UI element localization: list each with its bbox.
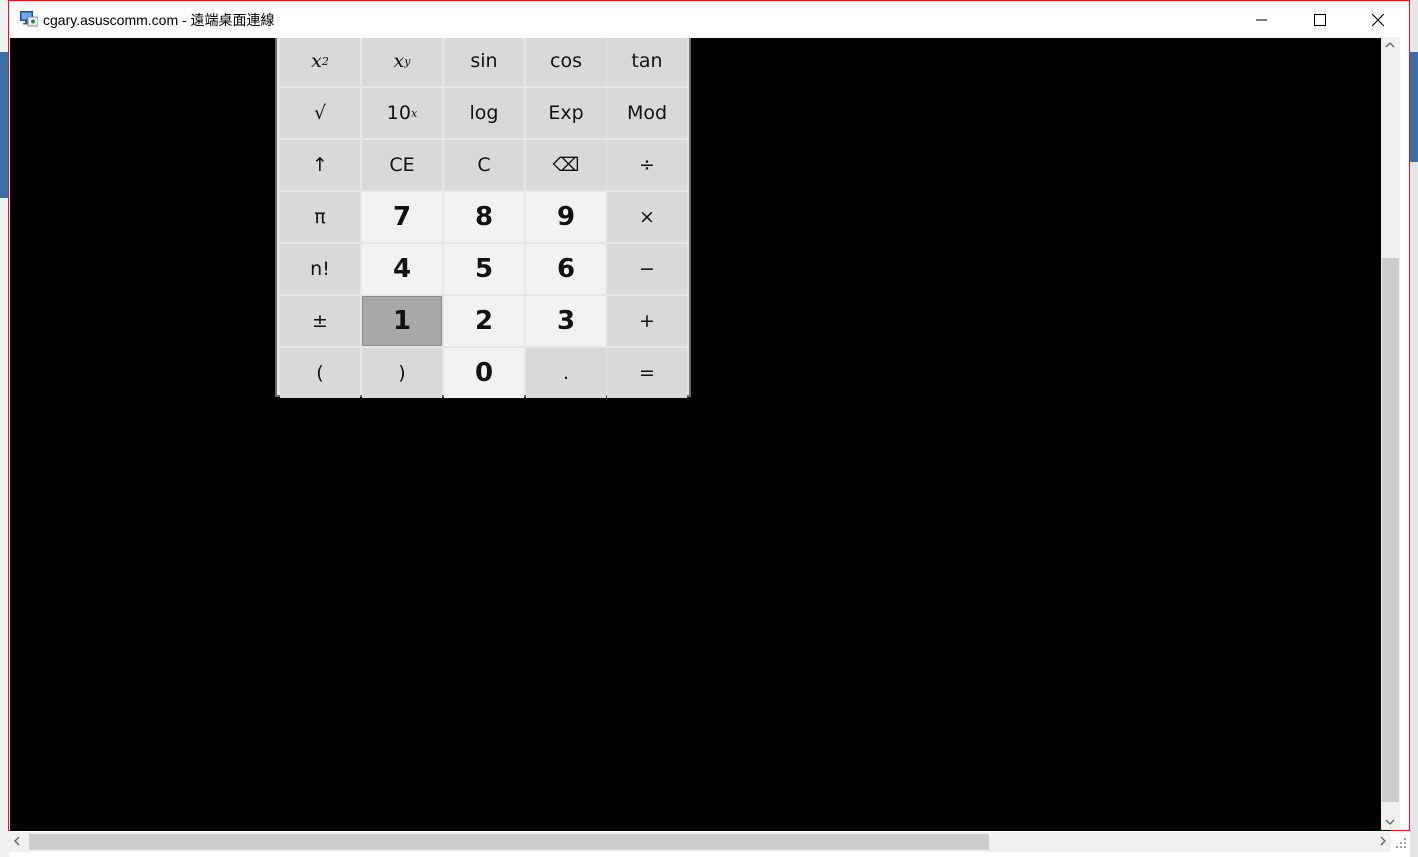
minimize-icon — [1256, 19, 1267, 20]
digit-1-button[interactable]: 1 — [362, 296, 442, 346]
factorial-label: n! — [310, 258, 330, 280]
close-icon — [1372, 13, 1384, 26]
open-paren-label: ( — [316, 362, 324, 384]
digit-4-label: 4 — [392, 254, 412, 284]
square-superscript: 2 — [321, 54, 329, 68]
shift-button[interactable]: ↑ — [280, 140, 360, 190]
digit-3-label: 3 — [556, 306, 576, 336]
maximize-icon — [1314, 13, 1326, 26]
divide-label: ÷ — [639, 154, 655, 176]
clear-label: C — [477, 154, 491, 176]
maximize-button[interactable] — [1291, 1, 1349, 38]
scroll-left-arrow-icon[interactable] — [13, 836, 21, 846]
cos-label: cos — [550, 50, 582, 72]
digit-2-label: 2 — [474, 306, 494, 336]
backspace-label: ⌫ — [552, 154, 580, 176]
resize-grip-icon[interactable] — [1394, 836, 1408, 850]
pi-button[interactable]: π — [280, 192, 360, 242]
scroll-down-arrow-icon[interactable] — [1385, 818, 1395, 826]
title-bar[interactable]: cgary.asuscomm.com - 遠端桌面連線 — [9, 1, 1409, 38]
equals-label: = — [639, 362, 655, 384]
add-button[interactable]: + — [607, 296, 687, 346]
digit-3-button[interactable]: 3 — [526, 296, 606, 346]
horizontal-scrollbar[interactable] — [9, 832, 1391, 852]
decimal-label: . — [562, 362, 570, 384]
calculator-keypad: x 2 x y sin cos tan √ 10 x log Exp Mod ↑ CE C ⌫ ÷ π 7 8 9 × n! 4… — [275, 38, 691, 398]
ten-power-button[interactable]: 10 x — [362, 88, 442, 138]
pi-label: π — [314, 206, 326, 228]
vertical-scroll-thumb[interactable] — [1382, 258, 1399, 802]
negate-label: ± — [312, 310, 328, 332]
subtract-button[interactable]: − — [607, 244, 687, 294]
exp-button[interactable]: Exp — [526, 88, 606, 138]
digit-8-button[interactable]: 8 — [444, 192, 524, 242]
log-button[interactable]: log — [444, 88, 524, 138]
scroll-right-arrow-icon[interactable] — [1379, 836, 1387, 846]
power-button[interactable]: xy — [362, 38, 442, 86]
close-paren-button[interactable]: ) — [362, 348, 442, 398]
ten-power-superscript: x — [410, 106, 418, 120]
minimize-button[interactable] — [1233, 1, 1291, 38]
digit-6-button[interactable]: 6 — [526, 244, 606, 294]
digit-9-button[interactable]: 9 — [526, 192, 606, 242]
tan-label: tan — [631, 50, 663, 72]
digit-7-button[interactable]: 7 — [362, 192, 442, 242]
digit-7-label: 7 — [392, 202, 412, 232]
scroll-up-arrow-icon[interactable] — [1385, 41, 1395, 49]
factorial-button[interactable]: n! — [280, 244, 360, 294]
decimal-button[interactable]: . — [526, 348, 606, 398]
sin-label: sin — [470, 50, 498, 72]
digit-2-button[interactable]: 2 — [444, 296, 524, 346]
clear-button[interactable]: C — [444, 140, 524, 190]
subtract-label: − — [639, 258, 655, 280]
cos-button[interactable]: cos — [526, 38, 606, 86]
shift-label: ↑ — [312, 154, 328, 176]
clear-entry-label: CE — [389, 154, 415, 176]
open-paren-button[interactable]: ( — [280, 348, 360, 398]
digit-6-label: 6 — [556, 254, 576, 284]
digit-5-label: 5 — [474, 254, 494, 284]
power-label: x — [393, 50, 405, 72]
desktop-right-accent — [1410, 52, 1418, 162]
log-label: log — [469, 102, 499, 124]
digit-9-label: 9 — [556, 202, 576, 232]
digit-0-button[interactable]: 0 — [444, 348, 524, 398]
digit-4-button[interactable]: 4 — [362, 244, 442, 294]
sqrt-label: √ — [313, 102, 327, 124]
exp-label: Exp — [548, 102, 584, 124]
horizontal-scroll-thumb[interactable] — [29, 834, 989, 850]
mod-button[interactable]: Mod — [607, 88, 687, 138]
power-superscript: y — [404, 54, 411, 68]
sin-button[interactable]: sin — [444, 38, 524, 86]
divide-button[interactable]: ÷ — [607, 140, 687, 190]
negate-button[interactable]: ± — [280, 296, 360, 346]
equals-button[interactable]: = — [607, 348, 687, 398]
remote-session-viewport[interactable]: x 2 x y sin cos tan √ 10 x log Exp Mod ↑ CE C ⌫ ÷ π 7 8 9 × n! 4… — [10, 38, 1390, 831]
digit-1-label: 1 — [392, 306, 412, 336]
multiply-label: × — [639, 206, 655, 228]
backspace-button[interactable]: ⌫ — [526, 140, 606, 190]
remote-desktop-window: cgary.asuscomm.com - 遠端桌面連線 x 2 x y sin cos ta… — [8, 0, 1410, 831]
square-button[interactable]: x2 — [280, 38, 360, 86]
digit-5-button[interactable]: 5 — [444, 244, 524, 294]
remote-desktop-icon — [20, 11, 38, 27]
window-title: cgary.asuscomm.com - 遠端桌面連線 — [43, 12, 275, 28]
sqrt-button[interactable]: √ — [280, 88, 360, 138]
mod-label: Mod — [626, 102, 668, 124]
ten-power-label: 10 — [386, 102, 411, 124]
close-paren-label: ) — [398, 362, 406, 384]
add-label: + — [639, 310, 655, 332]
multiply-button[interactable]: × — [607, 192, 687, 242]
vertical-scrollbar[interactable] — [1381, 37, 1400, 830]
square-label: x — [311, 50, 322, 72]
digit-8-label: 8 — [474, 202, 494, 232]
close-button[interactable] — [1349, 1, 1407, 38]
digit-0-label: 0 — [474, 358, 494, 388]
clear-entry-button[interactable]: CE — [362, 140, 442, 190]
tan-button[interactable]: tan — [607, 38, 687, 86]
